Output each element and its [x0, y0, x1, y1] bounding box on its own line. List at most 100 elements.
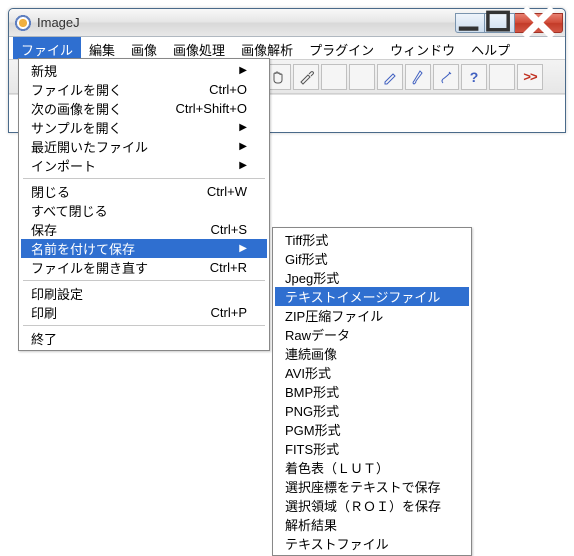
menu-item-label: 終了 — [31, 329, 247, 348]
saveas-gif[interactable]: Gif形式 — [275, 249, 469, 268]
menu-item-label: 解析結果 — [285, 515, 449, 534]
close-icon — [515, 0, 562, 46]
menubar: ファイル 編集 画像 画像処理 画像解析 プラグイン ウィンドウ ヘルプ — [9, 37, 565, 59]
menu-item-open[interactable]: ファイルを開く Ctrl+O — [21, 80, 267, 99]
menu-item-quit[interactable]: 終了 — [21, 329, 267, 348]
submenu-arrow-icon: ▶ — [239, 65, 247, 76]
saveas-jpeg[interactable]: Jpeg形式 — [275, 268, 469, 287]
titlebar[interactable]: ImageJ — [9, 9, 565, 37]
menu-edit[interactable]: 編集 — [81, 37, 123, 59]
menu-item-new[interactable]: 新規 ▶ — [21, 61, 267, 80]
menu-item-label: Gif形式 — [285, 249, 449, 268]
saveas-sequence[interactable]: 連続画像 — [275, 344, 469, 363]
menu-item-label: Jpeg形式 — [285, 268, 449, 287]
saveas-bmp[interactable]: BMP形式 — [275, 382, 469, 401]
menu-item-save-as[interactable]: 名前を付けて保存 ▶ — [21, 239, 267, 258]
menu-process[interactable]: 画像処理 — [165, 37, 233, 59]
menu-item-label: インポート — [31, 156, 229, 175]
menu-item-label: サンプルを開く — [31, 118, 229, 137]
minimize-icon — [456, 9, 484, 37]
menu-window-label: ウィンドウ — [390, 43, 455, 58]
menu-item-label: 保存 — [31, 220, 191, 239]
tool-more[interactable]: >> — [517, 64, 543, 90]
saveas-lut[interactable]: 着色表（ＬＵＴ） — [275, 458, 469, 477]
menu-image[interactable]: 画像 — [123, 37, 165, 59]
menu-item-open-next[interactable]: 次の画像を開く Ctrl+Shift+O — [21, 99, 267, 118]
menu-analyze-label: 画像解析 — [241, 43, 293, 58]
saveas-text[interactable]: テキストファイル — [275, 534, 469, 553]
menu-item-label: Tiff形式 — [285, 230, 449, 249]
menu-item-revert[interactable]: ファイルを開き直す Ctrl+R — [21, 258, 267, 277]
menu-item-open-sample[interactable]: サンプルを開く ▶ — [21, 118, 267, 137]
maximize-button[interactable] — [485, 13, 515, 33]
submenu-arrow-icon: ▶ — [239, 160, 247, 171]
dropper-icon — [298, 69, 314, 85]
menu-item-label: 新規 — [31, 61, 229, 80]
menu-item-label: AVI形式 — [285, 363, 449, 382]
app-icon — [15, 15, 31, 31]
saveas-png[interactable]: PNG形式 — [275, 401, 469, 420]
menu-item-label: Rawデータ — [285, 325, 449, 344]
menu-item-label: 着色表（ＬＵＴ） — [285, 458, 449, 477]
saveas-fits[interactable]: FITS形式 — [275, 439, 469, 458]
menu-item-label: すべて閉じる — [31, 201, 247, 220]
menu-process-label: 画像処理 — [173, 43, 225, 58]
menu-window[interactable]: ウィンドウ — [382, 37, 463, 59]
menu-item-import[interactable]: インポート ▶ — [21, 156, 267, 175]
spray-icon — [438, 69, 454, 85]
submenu-arrow-icon: ▶ — [239, 141, 247, 152]
menu-item-label: 印刷設定 — [31, 284, 247, 303]
menu-item-close[interactable]: 閉じる Ctrl+W — [21, 182, 267, 201]
brush-icon — [410, 69, 426, 85]
menu-shortcut: Ctrl+S — [211, 222, 247, 237]
tool-spray[interactable] — [433, 64, 459, 90]
menu-plugins[interactable]: プラグイン — [301, 37, 382, 59]
menu-item-label: 選択座標をテキストで保存 — [285, 477, 449, 496]
saveas-tiff[interactable]: Tiff形式 — [275, 230, 469, 249]
pencil-icon — [382, 69, 398, 85]
close-button[interactable] — [515, 13, 563, 33]
saveas-zip[interactable]: ZIP圧縮ファイル — [275, 306, 469, 325]
menu-image-label: 画像 — [131, 43, 157, 58]
saveas-avi[interactable]: AVI形式 — [275, 363, 469, 382]
menu-file-label: ファイル — [21, 43, 73, 58]
menu-item-label: テキストファイル — [285, 534, 449, 553]
menu-item-close-all[interactable]: すべて閉じる — [21, 201, 267, 220]
tool-dropper[interactable] — [293, 64, 319, 90]
menu-shortcut: Ctrl+R — [210, 260, 247, 275]
menu-edit-label: 編集 — [89, 43, 115, 58]
menu-item-recent[interactable]: 最近開いたファイル ▶ — [21, 137, 267, 156]
saveas-pgm[interactable]: PGM形式 — [275, 420, 469, 439]
saveas-roi[interactable]: 選択領域（ＲＯＩ）を保存 — [275, 496, 469, 515]
menu-item-page-setup[interactable]: 印刷設定 — [21, 284, 267, 303]
save-as-submenu: Tiff形式 Gif形式 Jpeg形式 テキストイメージファイル ZIP圧縮ファ… — [272, 227, 472, 556]
file-menu: 新規 ▶ ファイルを開く Ctrl+O 次の画像を開く Ctrl+Shift+O… — [18, 58, 270, 351]
menu-file[interactable]: ファイル — [13, 37, 81, 59]
menu-shortcut: Ctrl+Shift+O — [175, 101, 247, 116]
menu-analyze[interactable]: 画像解析 — [233, 37, 301, 59]
saveas-text-image[interactable]: テキストイメージファイル — [275, 287, 469, 306]
menu-item-label: ファイルを開く — [31, 80, 189, 99]
tool-blank-2[interactable] — [349, 64, 375, 90]
window-title: ImageJ — [37, 15, 455, 30]
hand-icon — [270, 69, 286, 85]
menu-item-label: BMP形式 — [285, 382, 449, 401]
menu-item-save[interactable]: 保存 Ctrl+S — [21, 220, 267, 239]
help-icon: ? — [470, 69, 479, 85]
tool-pencil[interactable] — [377, 64, 403, 90]
menu-separator — [23, 178, 265, 179]
minimize-button[interactable] — [455, 13, 485, 33]
menu-item-print[interactable]: 印刷 Ctrl+P — [21, 303, 267, 322]
maximize-icon — [485, 8, 514, 37]
saveas-results[interactable]: 解析結果 — [275, 515, 469, 534]
tool-blank-1[interactable] — [321, 64, 347, 90]
tool-help[interactable]: ? — [461, 64, 487, 90]
saveas-xy[interactable]: 選択座標をテキストで保存 — [275, 477, 469, 496]
menu-separator — [23, 325, 265, 326]
tool-brush[interactable] — [405, 64, 431, 90]
menu-item-label: テキストイメージファイル — [285, 287, 449, 306]
tool-blank-3[interactable] — [489, 64, 515, 90]
menu-help[interactable]: ヘルプ — [463, 37, 518, 59]
saveas-raw[interactable]: Rawデータ — [275, 325, 469, 344]
menu-shortcut: Ctrl+O — [209, 82, 247, 97]
